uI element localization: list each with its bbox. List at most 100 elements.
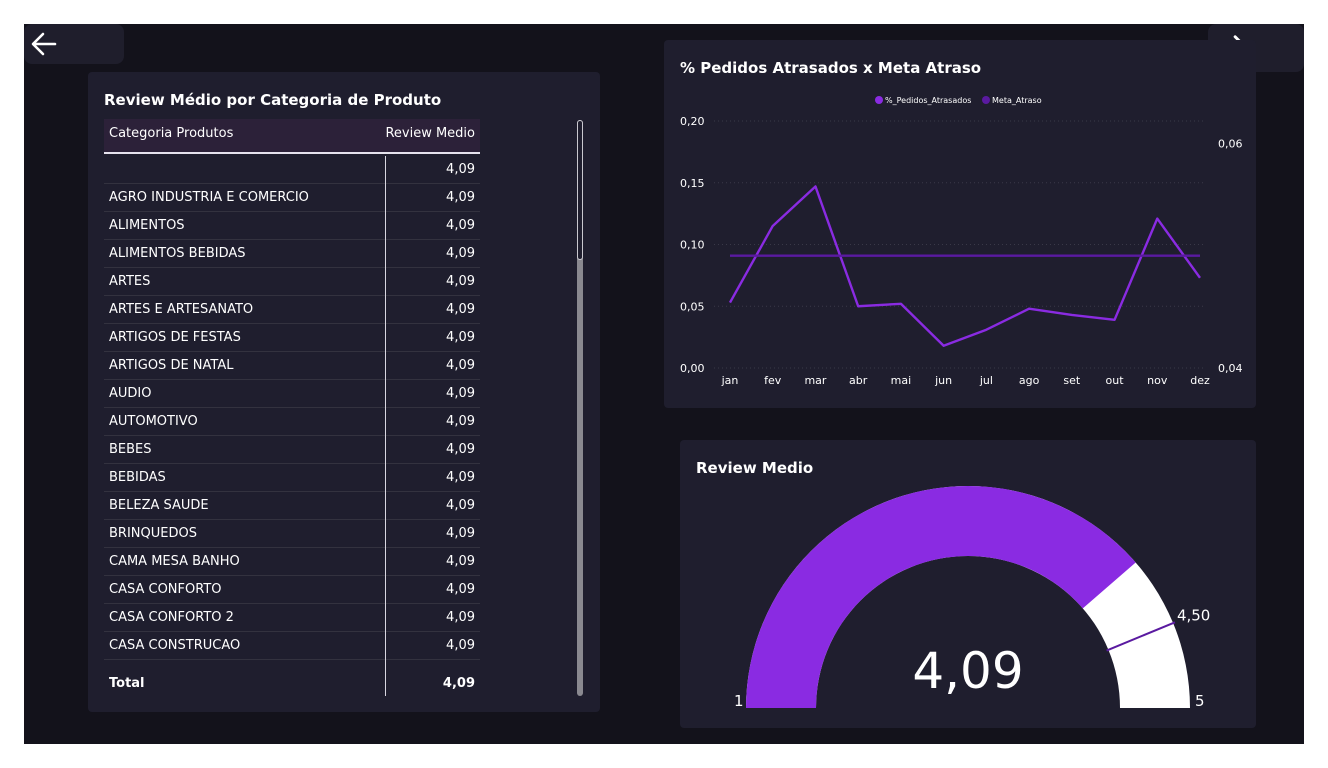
data-point[interactable] [727,300,733,306]
data-point[interactable] [1069,253,1075,259]
table-row[interactable]: ARTES E ARTESANATO 4,09 [104,296,480,324]
data-point[interactable] [1069,312,1075,318]
table-row[interactable]: CASA CONSTRUCAO 4,09 [104,632,480,660]
table-row[interactable]: BEBIDAS 4,09 [104,464,480,492]
data-point[interactable] [941,253,947,259]
cell-category: AUTOMOTIVO [109,414,198,429]
x-axis-tick: fev [764,374,782,387]
y-axis-tick-right: 0,04 [1218,362,1243,375]
cell-category: ALIMENTOS BEBIDAS [109,246,246,261]
x-axis-tick: ago [1019,374,1040,387]
cell-review-value: 4,09 [446,526,475,541]
cell-review-value: 4,09 [446,442,475,457]
table-row[interactable]: AGRO INDUSTRIA E COMERCIO 4,09 [104,184,480,212]
x-axis-tick: mar [804,374,826,387]
table-row[interactable]: ARTES 4,09 [104,268,480,296]
table-row[interactable]: ARTIGOS DE FESTAS 4,09 [104,324,480,352]
data-point[interactable] [855,303,861,309]
column-header-category[interactable]: Categoria Produtos [109,126,233,141]
x-axis-tick: jan [721,374,739,387]
arrow-left-icon [31,32,57,56]
cell-review-value: 4,09 [446,582,475,597]
line-chart-title: % Pedidos Atrasados x Meta Atraso [680,59,981,77]
data-point[interactable] [898,253,904,259]
legend-marker [982,96,990,104]
column-divider [385,156,386,696]
chart-legend: %_Pedidos_Atrasados Meta_Atraso [875,96,1042,105]
table-title: Review Médio por Categoria de Produto [104,91,442,109]
cell-category: CASA CONSTRUCAO [109,638,241,653]
data-point[interactable] [812,253,818,259]
data-point[interactable] [983,253,989,259]
table-row[interactable]: CASA CONFORTO 4,09 [104,576,480,604]
x-axis-tick: abr [849,374,868,387]
table-row[interactable]: AUTOMOTIVO 4,09 [104,408,480,436]
total-value: 4,09 [442,676,475,691]
cell-review-value: 4,09 [446,218,475,233]
gauge-value: 4,09 [912,642,1023,700]
data-point[interactable] [1197,275,1203,281]
y-axis-tick-left: 0,00 [680,362,705,375]
table-row[interactable]: ALIMENTOS BEBIDAS 4,09 [104,240,480,268]
cell-category: ARTIGOS DE NATAL [109,358,234,373]
x-axis-tick: jun [934,374,952,387]
data-point[interactable] [941,343,947,349]
data-point[interactable] [1026,306,1032,312]
cell-review-value: 4,09 [446,498,475,513]
cell-review-value: 4,09 [446,190,475,205]
data-point[interactable] [812,183,818,189]
table-row[interactable]: BELEZA SAUDE 4,09 [104,492,480,520]
line-chart: % Pedidos Atrasados x Meta Atraso %_Pedid… [680,59,1243,387]
table-body: 4,09 AGRO INDUSTRIA E COMERCIO 4,09 ALIMENT… [104,156,480,660]
data-point[interactable] [727,253,733,259]
data-point[interactable] [770,253,776,259]
data-point[interactable] [1112,253,1118,259]
table-row[interactable]: BEBES 4,09 [104,436,480,464]
table-row[interactable]: CAMA MESA BANHO 4,09 [104,548,480,576]
cell-review-value: 4,09 [446,470,475,485]
table-row[interactable]: BRINQUEDOS 4,09 [104,520,480,548]
data-point[interactable] [983,327,989,333]
gauge-panel: Review Medio 4,50 4,09 1 5 [680,440,1256,728]
cell-review-value: 4,09 [446,274,475,289]
x-axis-tick: out [1106,374,1125,387]
data-point[interactable] [770,223,776,229]
total-label: Total [109,676,145,691]
table-scrollbar-thumb[interactable] [577,120,583,260]
series-line-pedidos-atrasados[interactable] [728,185,1201,347]
cell-category: CAMA MESA BANHO [109,554,240,569]
data-point[interactable] [1154,253,1160,259]
gauge-target-label: 4,50 [1177,606,1210,624]
table-row[interactable]: 4,09 [104,156,480,184]
data-point[interactable] [1154,216,1160,222]
x-axis-tick: dez [1190,374,1210,387]
x-axis-tick: mai [891,374,912,387]
data-point[interactable] [1197,253,1203,259]
data-point[interactable] [898,301,904,307]
y-axis-tick-left: 0,10 [680,239,705,252]
x-axis-tick: nov [1147,374,1168,387]
table-row[interactable]: ALIMENTOS 4,09 [104,212,480,240]
cell-category: CASA CONFORTO [109,582,222,597]
back-button[interactable] [24,24,124,64]
table-scrollbar[interactable] [577,120,583,696]
table-header: Categoria Produtos Review Medio [104,119,480,154]
cell-review-value: 4,09 [446,554,475,569]
y-axis-tick-right: 0,06 [1218,137,1243,150]
cell-review-value: 4,09 [446,330,475,345]
table-row[interactable]: AUDIO 4,09 [104,380,480,408]
cell-review-value: 4,09 [446,302,475,317]
data-point[interactable] [1112,317,1118,323]
cell-category: CASA CONFORTO 2 [109,610,234,625]
cell-category: ALIMENTOS [109,218,185,233]
cell-category: BEBES [109,442,152,457]
column-header-review[interactable]: Review Medio [385,126,475,141]
cell-review-value: 4,09 [446,638,475,653]
table-row[interactable]: ARTIGOS DE NATAL 4,09 [104,352,480,380]
gauge-chart: Review Medio 4,50 4,09 1 5 [696,459,1210,710]
cell-review-value: 4,09 [446,610,475,625]
line-chart-panel: % Pedidos Atrasados x Meta Atraso %_Pedid… [664,40,1256,408]
data-point[interactable] [855,253,861,259]
table-row[interactable]: CASA CONFORTO 2 4,09 [104,604,480,632]
data-point[interactable] [1026,253,1032,259]
